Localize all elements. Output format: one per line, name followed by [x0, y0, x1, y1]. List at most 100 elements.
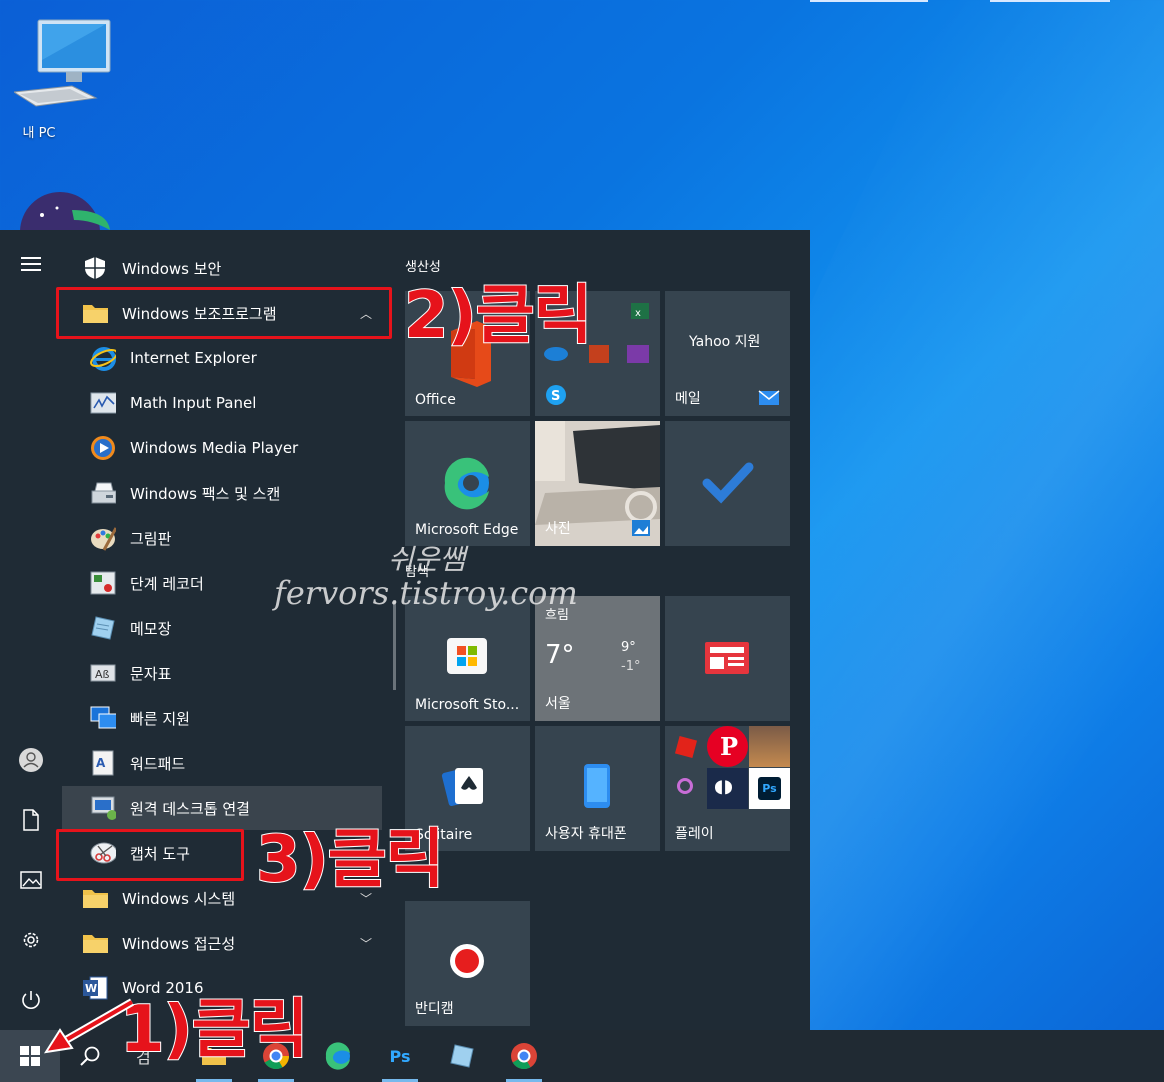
windows-logo-icon: [20, 1046, 40, 1066]
annotation-step1: 1)클릭: [119, 992, 310, 1068]
ie-icon: [90, 345, 116, 371]
svg-text:S: S: [551, 389, 560, 404]
user-icon: [19, 748, 43, 772]
remote-desktop-icon: [90, 795, 116, 821]
checkmark-icon: [702, 462, 754, 504]
app-item-label: Windows 팩스 및 스캔: [130, 484, 281, 503]
power-icon: [22, 991, 40, 1009]
folder-icon: [82, 930, 108, 956]
user-account-button[interactable]: [0, 738, 62, 782]
app-item-label: 문자표: [130, 664, 172, 683]
app-item-math-input-panel[interactable]: Math Input Panel: [62, 381, 382, 425]
app-item-label: Windows 보안: [122, 259, 222, 278]
annotation-box-snipping-tool: [56, 829, 244, 881]
settings-button[interactable]: [0, 918, 62, 962]
app-item-wordpad[interactable]: A 워드패드: [62, 741, 382, 785]
folder-icon: [82, 885, 108, 911]
tile-yahoo-label: Yahoo 지원: [689, 334, 761, 350]
annotation-step3: 3)클릭: [255, 822, 446, 898]
window-edge: [810, 0, 928, 2]
app-icon: [20, 192, 110, 230]
weather-low: -1°: [621, 659, 641, 674]
app-item-label: Internet Explorer: [130, 349, 257, 367]
tile-weather[interactable]: 흐림 7° 9° -1° 서울: [535, 596, 660, 721]
tile-label: Microsoft Sto...: [415, 697, 520, 713]
taskbar-edge[interactable]: [314, 1030, 362, 1082]
hamburger-icon: [21, 257, 41, 271]
tile-news[interactable]: [665, 596, 790, 721]
svg-text:A: A: [96, 756, 106, 770]
notepad-icon: [90, 615, 116, 641]
desktop-icon-partial[interactable]: [12, 190, 112, 230]
app-item-windows-accessibility[interactable]: Windows 접근성 ﹀: [62, 921, 382, 965]
tile-label: 사용자 휴대폰: [545, 826, 627, 842]
app-item-character-map[interactable]: Aß 문자표: [62, 651, 382, 695]
tile-label: Microsoft Edge: [415, 522, 519, 538]
weather-temp: 7°: [545, 640, 575, 670]
mail-icon: [758, 390, 780, 405]
math-icon: [90, 390, 116, 416]
annotation-box-accessories: [56, 287, 392, 339]
weather-high: 9°: [621, 640, 636, 655]
desktop-icon-label: 내 PC: [22, 126, 56, 141]
fax-icon: [90, 480, 116, 506]
charmap-icon: Aß: [90, 660, 116, 686]
tile-your-phone[interactable]: 사용자 휴대폰: [535, 726, 660, 851]
gear-icon: [23, 932, 39, 948]
tile-play[interactable]: P ◖◗ Ps 플레이: [665, 726, 790, 851]
documents-button[interactable]: [0, 798, 62, 842]
tile-label: 메일: [675, 391, 701, 407]
tile-label: 서울: [545, 696, 571, 712]
computer-icon: [12, 19, 111, 107]
app-item-windows-media-player[interactable]: Windows Media Player: [62, 426, 382, 470]
app-item-label: Windows 접근성: [122, 934, 236, 953]
chrome-icon: [511, 1043, 537, 1070]
tile-bandicam[interactable]: 반디캠: [405, 901, 530, 1026]
chevron-down-icon: ﹀: [359, 936, 372, 951]
app-item-internet-explorer[interactable]: Internet Explorer: [62, 336, 382, 380]
app-item-label: 원격 데스크톱 연결: [130, 799, 250, 818]
tile-label: 반디캠: [415, 1001, 454, 1017]
picture-icon: [20, 871, 42, 889]
tile-label: 플레이: [675, 826, 714, 842]
pinterest-icon: P: [707, 726, 748, 767]
app-item-paint[interactable]: 그림판: [62, 516, 382, 560]
photoshop-icon: Ps: [389, 1046, 411, 1066]
app-item-label: 단계 레코더: [130, 574, 204, 593]
start-rail: [0, 230, 62, 1030]
app-item-notepad[interactable]: 메모장: [62, 606, 382, 650]
paint-icon: [90, 525, 116, 551]
photos-icon: [632, 520, 650, 536]
app-item-quick-assist[interactable]: 빠른 지원: [62, 696, 382, 740]
svg-text:Aß: Aß: [95, 668, 110, 681]
watermark-name: 쉬운쌤: [388, 543, 466, 576]
tile-mail[interactable]: Yahoo 지원 메일: [665, 291, 790, 416]
app-list: Windows 보안 Windows 보조프로그램 ︿ Internet Exp…: [62, 230, 392, 1030]
app-item-label: Windows Media Player: [130, 439, 299, 457]
taskbar-chrome-alt[interactable]: [500, 1030, 548, 1082]
hamburger-menu-button[interactable]: [0, 242, 62, 286]
pictures-button[interactable]: [0, 858, 62, 902]
tile-microsoft-store[interactable]: Microsoft Sto...: [405, 596, 530, 721]
app-item-label: 메모장: [130, 619, 172, 638]
app-item-label: Math Input Panel: [130, 394, 257, 412]
app-item-label: 워드패드: [130, 754, 186, 773]
annotation-arrow-icon: [43, 998, 134, 1054]
edge-icon: [325, 1042, 350, 1070]
taskbar-notepad[interactable]: [438, 1030, 486, 1082]
picsart-icon: [665, 768, 706, 809]
shield-icon: [82, 255, 108, 281]
svg-text:x: x: [635, 308, 641, 319]
news-icon: [705, 642, 749, 674]
app-item-windows-security[interactable]: Windows 보안: [62, 246, 382, 290]
watermark-site: fervors.tistroy.com: [274, 574, 578, 612]
tile-todo[interactable]: [665, 421, 790, 546]
app-item-label: 빠른 지원: [130, 709, 190, 728]
app-list-scrollbar[interactable]: [393, 600, 396, 690]
tile-photos[interactable]: 사진: [535, 421, 660, 546]
taskbar-photoshop[interactable]: Ps: [376, 1030, 424, 1082]
app-item-windows-fax-scan[interactable]: Windows 팩스 및 스캔: [62, 471, 382, 515]
desktop-icon-my-pc[interactable]: 내 PC: [12, 14, 111, 141]
document-icon: [23, 809, 39, 831]
tile-microsoft-edge[interactable]: Microsoft Edge: [405, 421, 530, 546]
